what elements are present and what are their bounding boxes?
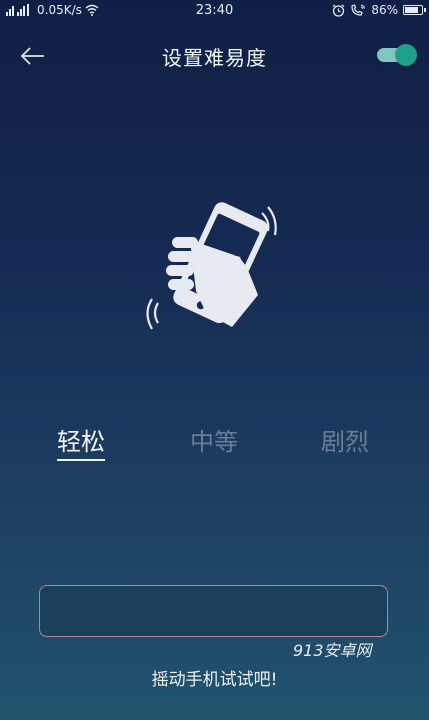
tab-medium[interactable]: 中等 — [190, 422, 238, 459]
status-right: 86% — [332, 3, 426, 17]
battery-icon — [403, 5, 426, 15]
header-bar: 设置难易度 — [0, 32, 429, 80]
shake-hint: 摇动手机试试吧! — [151, 670, 278, 690]
difficulty-tabs: 轻松 中等 剧烈 — [0, 422, 429, 462]
watermark: 913安卓网 — [293, 641, 372, 660]
status-bar: 0.05K/s 23:40 86% — [0, 0, 429, 22]
toggle-knob — [395, 44, 417, 66]
page-title: 设置难易度 — [162, 46, 267, 70]
shake-result-box — [39, 585, 388, 637]
call-icon — [351, 3, 366, 16]
tab-easy[interactable]: 轻松 — [57, 422, 105, 461]
battery-percent: 86% — [371, 3, 398, 17]
tab-hard[interactable]: 剧烈 — [321, 422, 369, 459]
alarm-icon — [332, 4, 345, 17]
battery-fill — [405, 7, 418, 13]
settings-toggle[interactable] — [377, 44, 417, 66]
shake-phone-icon — [146, 202, 277, 330]
